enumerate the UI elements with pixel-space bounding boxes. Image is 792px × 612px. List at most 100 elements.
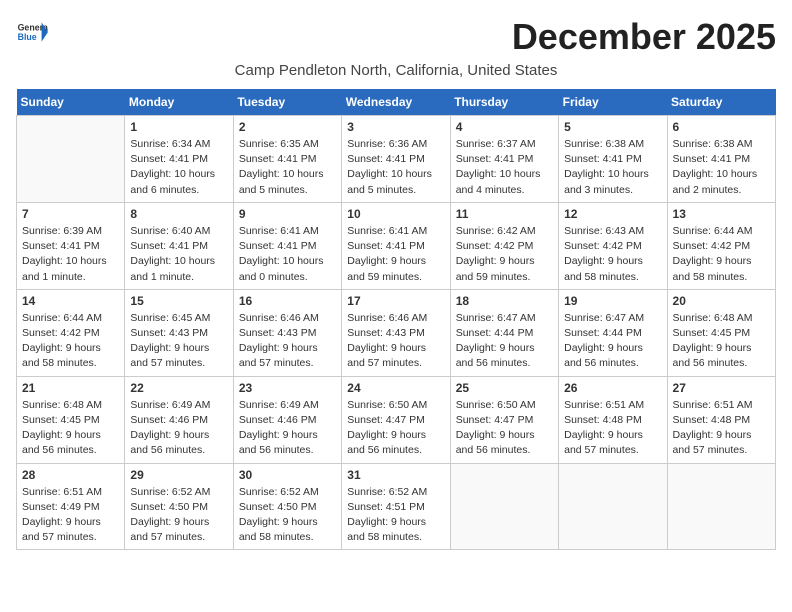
logo: General Blue: [16, 16, 52, 48]
calendar-cell: 20 Sunrise: 6:48 AMSunset: 4:45 PMDayligh…: [667, 289, 775, 376]
day-number: 31: [347, 468, 444, 482]
weekday-header-thursday: Thursday: [450, 89, 558, 116]
calendar-cell: 25Sunrise: 6:50 AMSunset: 4:47 PMDayligh…: [450, 376, 558, 463]
day-info: Sunrise: 6:44 AMSunset: 4:42 PMDaylight:…: [22, 311, 119, 372]
day-info: Sunrise: 6:46 AMSunset: 4:43 PMDaylight:…: [347, 311, 444, 372]
calendar-cell: 19 Sunrise: 6:47 AMSunset: 4:44 PMDayligh…: [559, 289, 667, 376]
day-number: 8: [130, 207, 227, 221]
day-number: 2: [239, 120, 336, 134]
day-number: 16: [239, 294, 336, 308]
logo-icon: General Blue: [16, 16, 48, 48]
day-info: Sunrise: 6:47 AMSunset: 4:44 PMDaylight:…: [456, 311, 553, 372]
calendar-cell: 22 Sunrise: 6:49 AMSunset: 4:46 PMDayligh…: [125, 376, 233, 463]
day-number: 29: [130, 468, 227, 482]
day-info: Sunrise: 6:45 AMSunset: 4:43 PMDaylight:…: [130, 311, 227, 372]
day-info: Sunrise: 6:41 AMSunset: 4:41 PMDaylight:…: [347, 224, 444, 285]
weekday-header-friday: Friday: [559, 89, 667, 116]
calendar-cell: 10 Sunrise: 6:41 AMSunset: 4:41 PMDayligh…: [342, 202, 450, 289]
calendar-cell: 14 Sunrise: 6:44 AMSunset: 4:42 PMDayligh…: [17, 289, 125, 376]
day-info: Sunrise: 6:36 AMSunset: 4:41 PMDaylight:…: [347, 137, 444, 198]
day-info: Sunrise: 6:48 AMSunset: 4:45 PMDaylight:…: [673, 311, 770, 372]
day-info: Sunrise: 6:39 AMSunset: 4:41 PMDaylight:…: [22, 224, 119, 285]
day-info: Sunrise: 6:51 AMSunset: 4:49 PMDaylight:…: [22, 485, 119, 546]
calendar-cell: 18 Sunrise: 6:47 AMSunset: 4:44 PMDayligh…: [450, 289, 558, 376]
day-info: Sunrise: 6:34 AMSunset: 4:41 PMDaylight:…: [130, 137, 227, 198]
weekday-header-wednesday: Wednesday: [342, 89, 450, 116]
calendar-cell: 23 Sunrise: 6:49 AMSunset: 4:46 PMDayligh…: [233, 376, 341, 463]
day-number: 13: [673, 207, 770, 221]
day-info: Sunrise: 6:51 AMSunset: 4:48 PMDaylight:…: [673, 398, 770, 459]
day-info: Sunrise: 6:50 AMSunset: 4:47 PMDaylight:…: [347, 398, 444, 459]
calendar-cell: 12 Sunrise: 6:43 AMSunset: 4:42 PMDayligh…: [559, 202, 667, 289]
calendar-cell: 30 Sunrise: 6:52 AMSunset: 4:50 PMDayligh…: [233, 463, 341, 550]
day-number: 5: [564, 120, 661, 134]
day-info: Sunrise: 6:49 AMSunset: 4:46 PMDaylight:…: [239, 398, 336, 459]
day-info: Sunrise: 6:50 AMSunset: 4:47 PMDaylight:…: [456, 398, 553, 459]
calendar-cell: 17 Sunrise: 6:46 AMSunset: 4:43 PMDayligh…: [342, 289, 450, 376]
day-info: Sunrise: 6:47 AMSunset: 4:44 PMDaylight:…: [564, 311, 661, 372]
day-number: 22: [130, 381, 227, 395]
day-info: Sunrise: 6:38 AMSunset: 4:41 PMDaylight:…: [564, 137, 661, 198]
calendar-cell: 4Sunrise: 6:37 AMSunset: 4:41 PMDaylight…: [450, 116, 558, 203]
day-number: 20: [673, 294, 770, 308]
calendar-week-3: 21 Sunrise: 6:48 AMSunset: 4:45 PMDayligh…: [17, 376, 776, 463]
day-info: Sunrise: 6:51 AMSunset: 4:48 PMDaylight:…: [564, 398, 661, 459]
calendar-cell: [559, 463, 667, 550]
calendar-cell: 16 Sunrise: 6:46 AMSunset: 4:43 PMDayligh…: [233, 289, 341, 376]
day-number: 3: [347, 120, 444, 134]
calendar-cell: 15 Sunrise: 6:45 AMSunset: 4:43 PMDayligh…: [125, 289, 233, 376]
day-info: Sunrise: 6:46 AMSunset: 4:43 PMDaylight:…: [239, 311, 336, 372]
calendar-cell: 28Sunrise: 6:51 AMSunset: 4:49 PMDayligh…: [17, 463, 125, 550]
day-number: 7: [22, 207, 119, 221]
day-info: Sunrise: 6:41 AMSunset: 4:41 PMDaylight:…: [239, 224, 336, 285]
calendar-table: SundayMondayTuesdayWednesdayThursdayFrid…: [16, 89, 776, 550]
calendar-cell: 7 Sunrise: 6:39 AMSunset: 4:41 PMDaylight…: [17, 202, 125, 289]
calendar-week-0: 1Sunrise: 6:34 AMSunset: 4:41 PMDaylight…: [17, 116, 776, 203]
calendar-cell: 1Sunrise: 6:34 AMSunset: 4:41 PMDaylight…: [125, 116, 233, 203]
weekday-header-saturday: Saturday: [667, 89, 775, 116]
month-title: December 2025: [512, 16, 776, 58]
calendar-cell: [17, 116, 125, 203]
calendar-week-4: 28Sunrise: 6:51 AMSunset: 4:49 PMDayligh…: [17, 463, 776, 550]
day-info: Sunrise: 6:52 AMSunset: 4:50 PMDaylight:…: [239, 485, 336, 546]
calendar-cell: 11 Sunrise: 6:42 AMSunset: 4:42 PMDayligh…: [450, 202, 558, 289]
day-number: 4: [456, 120, 553, 134]
day-info: Sunrise: 6:40 AMSunset: 4:41 PMDaylight:…: [130, 224, 227, 285]
day-number: 12: [564, 207, 661, 221]
calendar-cell: 9Sunrise: 6:41 AMSunset: 4:41 PMDaylight…: [233, 202, 341, 289]
day-info: Sunrise: 6:35 AMSunset: 4:41 PMDaylight:…: [239, 137, 336, 198]
day-info: Sunrise: 6:38 AMSunset: 4:41 PMDaylight:…: [673, 137, 770, 198]
calendar-cell: [667, 463, 775, 550]
calendar-cell: 26Sunrise: 6:51 AMSunset: 4:48 PMDayligh…: [559, 376, 667, 463]
location-title: Camp Pendleton North, California, United…: [16, 62, 776, 79]
day-number: 30: [239, 468, 336, 482]
weekday-header-tuesday: Tuesday: [233, 89, 341, 116]
day-number: 19: [564, 294, 661, 308]
weekday-header-monday: Monday: [125, 89, 233, 116]
calendar-week-1: 7 Sunrise: 6:39 AMSunset: 4:41 PMDaylight…: [17, 202, 776, 289]
day-number: 24: [347, 381, 444, 395]
day-info: Sunrise: 6:44 AMSunset: 4:42 PMDaylight:…: [673, 224, 770, 285]
calendar-cell: 3 Sunrise: 6:36 AMSunset: 4:41 PMDaylight…: [342, 116, 450, 203]
day-number: 18: [456, 294, 553, 308]
day-number: 10: [347, 207, 444, 221]
day-info: Sunrise: 6:52 AMSunset: 4:51 PMDaylight:…: [347, 485, 444, 546]
day-number: 6: [673, 120, 770, 134]
calendar-cell: 5 Sunrise: 6:38 AMSunset: 4:41 PMDaylight…: [559, 116, 667, 203]
day-number: 15: [130, 294, 227, 308]
calendar-cell: 2 Sunrise: 6:35 AMSunset: 4:41 PMDaylight…: [233, 116, 341, 203]
day-number: 11: [456, 207, 553, 221]
day-number: 21: [22, 381, 119, 395]
calendar-cell: 6 Sunrise: 6:38 AMSunset: 4:41 PMDaylight…: [667, 116, 775, 203]
day-info: Sunrise: 6:52 AMSunset: 4:50 PMDaylight:…: [130, 485, 227, 546]
day-number: 23: [239, 381, 336, 395]
day-number: 27: [673, 381, 770, 395]
day-info: Sunrise: 6:48 AMSunset: 4:45 PMDaylight:…: [22, 398, 119, 459]
day-number: 17: [347, 294, 444, 308]
day-info: Sunrise: 6:42 AMSunset: 4:42 PMDaylight:…: [456, 224, 553, 285]
calendar-cell: 8 Sunrise: 6:40 AMSunset: 4:41 PMDaylight…: [125, 202, 233, 289]
calendar-week-2: 14 Sunrise: 6:44 AMSunset: 4:42 PMDayligh…: [17, 289, 776, 376]
day-info: Sunrise: 6:43 AMSunset: 4:42 PMDaylight:…: [564, 224, 661, 285]
day-number: 14: [22, 294, 119, 308]
day-info: Sunrise: 6:49 AMSunset: 4:46 PMDaylight:…: [130, 398, 227, 459]
